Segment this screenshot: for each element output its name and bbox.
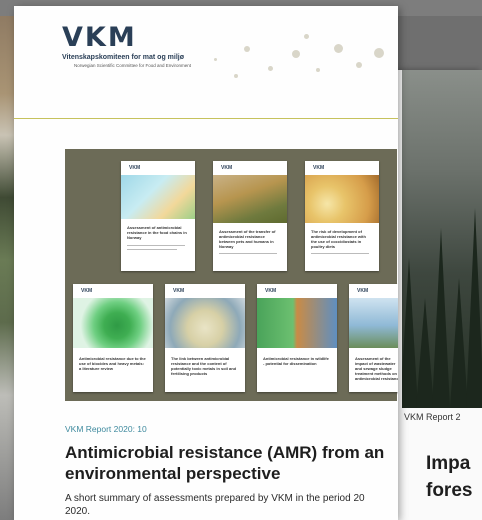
- vkm-logo: VKM: [62, 22, 137, 53]
- forest-photo: [402, 70, 482, 408]
- cover-collage: VKM Assessment of antimicrobial resistan…: [65, 149, 398, 401]
- cover-thumbnail: VKM Antimicrobial resistance due to the …: [73, 284, 153, 392]
- report-number-label: VKM Report 2020: 10: [65, 424, 147, 434]
- cover-thumbnail: VKM Assessment of antimicrobial resistan…: [121, 161, 195, 271]
- cover-thumbnail: VKM Assessment of the impact of wastewat…: [349, 284, 398, 392]
- report-summary: A short summary of assessments prepared …: [65, 493, 365, 517]
- main-report-cover[interactable]: VKM Vitenskapskomiteen for mat og miljø …: [14, 6, 398, 520]
- decorative-dots: [204, 28, 394, 88]
- cover-thumbnail: VKM Assessment of the transfer of antimi…: [213, 161, 287, 271]
- org-name-english: Norwegian Scientific Committee for Food …: [74, 63, 192, 68]
- report-title: Antimicrobial resistance (AMR) from an e…: [65, 443, 385, 483]
- org-name: Vitenskapskomiteen for mat og miljø: [62, 54, 185, 61]
- cover-thumbnail: VKM Antimicrobial resistance in wildlife…: [257, 284, 337, 392]
- cover-thumbnail: VKM The link between antimicrobial resis…: [165, 284, 245, 392]
- divider-line: [14, 118, 398, 119]
- second-report-label: VKM Report 2: [404, 412, 461, 422]
- cover-thumbnail: VKM The risk of development of antimicro…: [305, 161, 379, 271]
- second-report-title: Impa fores: [426, 453, 473, 501]
- second-report-cover[interactable]: VKM Report 2 Impa fores: [398, 70, 482, 520]
